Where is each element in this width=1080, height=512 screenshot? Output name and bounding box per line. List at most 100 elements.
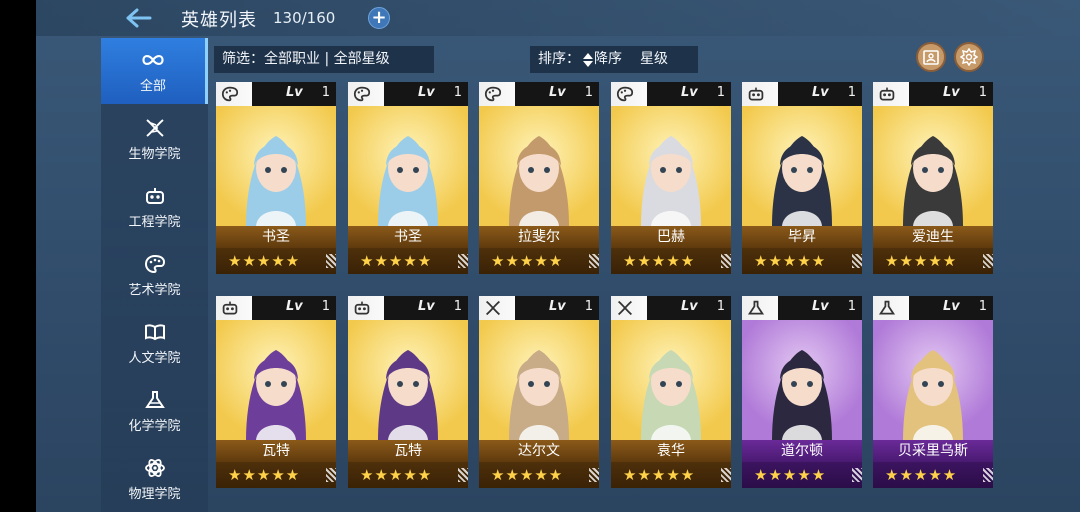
- hero-name: 巴赫: [611, 226, 731, 248]
- robot-icon: [352, 299, 372, 317]
- atom-icon: [142, 457, 168, 479]
- card-header: Lv 1: [742, 82, 862, 106]
- hero-card[interactable]: Lv 1 达尔文 ★★★★★: [479, 296, 599, 488]
- hero-card[interactable]: Lv 1 拉斐尔 ★★★★★: [479, 82, 599, 274]
- sidebar-item-label: 化学学院: [128, 418, 181, 434]
- dna-icon: [142, 117, 168, 139]
- level-label: Lv: [943, 85, 960, 100]
- card-corner-decoration: [852, 254, 862, 268]
- hero-name: 爱迪生: [873, 226, 993, 248]
- sidebar-item-art[interactable]: 艺术学院: [101, 242, 208, 308]
- star-rating: ★★★★★: [873, 248, 993, 274]
- hero-card[interactable]: Lv 1 道尔顿 ★★★★★: [742, 296, 862, 488]
- hero-card[interactable]: Lv 1 袁华 ★★★★★: [611, 296, 731, 488]
- level-label: Lv: [418, 299, 435, 314]
- card-corner-decoration: [589, 468, 599, 482]
- hero-card[interactable]: Lv 1 瓦特 ★★★★★: [348, 296, 468, 488]
- robot-icon: [746, 85, 766, 103]
- star-rating: ★★★★★: [348, 462, 468, 488]
- hero-card[interactable]: Lv 1 贝采里乌斯 ★★★★★: [873, 296, 993, 488]
- dna-icon: [615, 299, 635, 317]
- sidebar-item-biology[interactable]: 生物学院: [101, 106, 208, 172]
- palette-icon: [615, 85, 635, 103]
- level-label: Lv: [418, 85, 435, 100]
- level-value: 1: [978, 299, 987, 314]
- hero-card[interactable]: Lv 1 爱迪生 ★★★★★: [873, 82, 993, 274]
- back-button[interactable]: [124, 6, 154, 30]
- sort-order-toggle[interactable]: 降序: [582, 46, 622, 73]
- hero-portrait: [216, 320, 336, 440]
- sidebar-item-label: 工程学院: [128, 214, 181, 230]
- level-value: 1: [584, 85, 593, 100]
- sidebar-item-engineering[interactable]: 工程学院: [101, 174, 208, 240]
- level-label: Lv: [549, 299, 566, 314]
- hero-card[interactable]: Lv 1 巴赫 ★★★★★: [611, 82, 731, 274]
- sort-order-label: 降序: [594, 51, 622, 67]
- back-arrow-icon: [126, 8, 152, 28]
- star-rating: ★★★★★: [348, 248, 468, 274]
- hero-portrait: [216, 106, 336, 226]
- hero-portrait: [479, 320, 599, 440]
- hero-card-view-button[interactable]: [916, 42, 946, 72]
- sidebar-item-label: 全部: [139, 78, 166, 94]
- star-rating: ★★★★★: [742, 462, 862, 488]
- star-rating: ★★★★★: [479, 248, 599, 274]
- level-value: 1: [321, 299, 330, 314]
- star-rating: ★★★★★: [611, 462, 731, 488]
- sort-label: 排序：: [538, 51, 580, 67]
- level-label: Lv: [549, 85, 566, 100]
- card-corner-decoration: [983, 254, 993, 268]
- star-rating: ★★★★★: [216, 462, 336, 488]
- hero-count: 130/160: [273, 9, 336, 27]
- palette-icon: [142, 253, 168, 275]
- sort-key-button[interactable]: 星级: [640, 46, 668, 73]
- hero-portrait: [611, 320, 731, 440]
- settings-button[interactable]: [954, 42, 984, 72]
- star-rating: ★★★★★: [742, 248, 862, 274]
- sidebar-item-humanities[interactable]: 人文学院: [101, 310, 208, 376]
- card-header: Lv 1: [611, 82, 731, 106]
- palette-icon: [220, 85, 240, 103]
- robot-icon: [220, 299, 240, 317]
- sidebar-item-label: 生物学院: [128, 146, 181, 162]
- book-icon: [142, 321, 168, 343]
- hero-card[interactable]: Lv 1 瓦特 ★★★★★: [216, 296, 336, 488]
- sidebar: 全部 生物学院 工程学院 艺术学院 人文学院 化学学院 物理学院: [101, 38, 208, 512]
- level-label: Lv: [681, 85, 698, 100]
- hero-portrait: [873, 106, 993, 226]
- hero-portrait: [742, 320, 862, 440]
- level-value: 1: [453, 85, 462, 100]
- card-header: Lv 1: [873, 296, 993, 320]
- hero-portrait: [348, 320, 468, 440]
- card-header: Lv 1: [611, 296, 731, 320]
- card-corner-decoration: [458, 468, 468, 482]
- level-value: 1: [321, 85, 330, 100]
- filter-dropdown[interactable]: 筛选：全部职业 | 全部星级: [214, 46, 434, 73]
- card-corner-decoration: [721, 468, 731, 482]
- level-value: 1: [978, 85, 987, 100]
- card-corner-decoration: [458, 254, 468, 268]
- sidebar-item-physics[interactable]: 物理学院: [101, 446, 208, 512]
- hero-name: 达尔文: [479, 440, 599, 462]
- sidebar-item-chemistry[interactable]: 化学学院: [101, 378, 208, 444]
- palette-icon: [483, 85, 503, 103]
- hero-card[interactable]: Lv 1 毕昇 ★★★★★: [742, 82, 862, 274]
- sort-arrows-icon: [583, 52, 593, 67]
- sidebar-item-all[interactable]: 全部: [101, 38, 208, 104]
- card-header: Lv 1: [348, 82, 468, 106]
- hero-name: 贝采里乌斯: [873, 440, 993, 462]
- dna-icon: [483, 299, 503, 317]
- card-header: Lv 1: [873, 82, 993, 106]
- gear-icon: [960, 48, 978, 66]
- hero-card[interactable]: Lv 1 书圣 ★★★★★: [348, 82, 468, 274]
- infinity-icon: [140, 49, 166, 71]
- sidebar-item-label: 艺术学院: [128, 282, 181, 298]
- hero-portrait: [611, 106, 731, 226]
- add-slot-button[interactable]: +: [368, 7, 390, 29]
- hero-name: 瓦特: [348, 440, 468, 462]
- palette-icon: [352, 85, 372, 103]
- hero-portrait: [742, 106, 862, 226]
- hero-card[interactable]: Lv 1 书圣 ★★★★★: [216, 82, 336, 274]
- star-rating: ★★★★★: [216, 248, 336, 274]
- level-label: Lv: [286, 299, 303, 314]
